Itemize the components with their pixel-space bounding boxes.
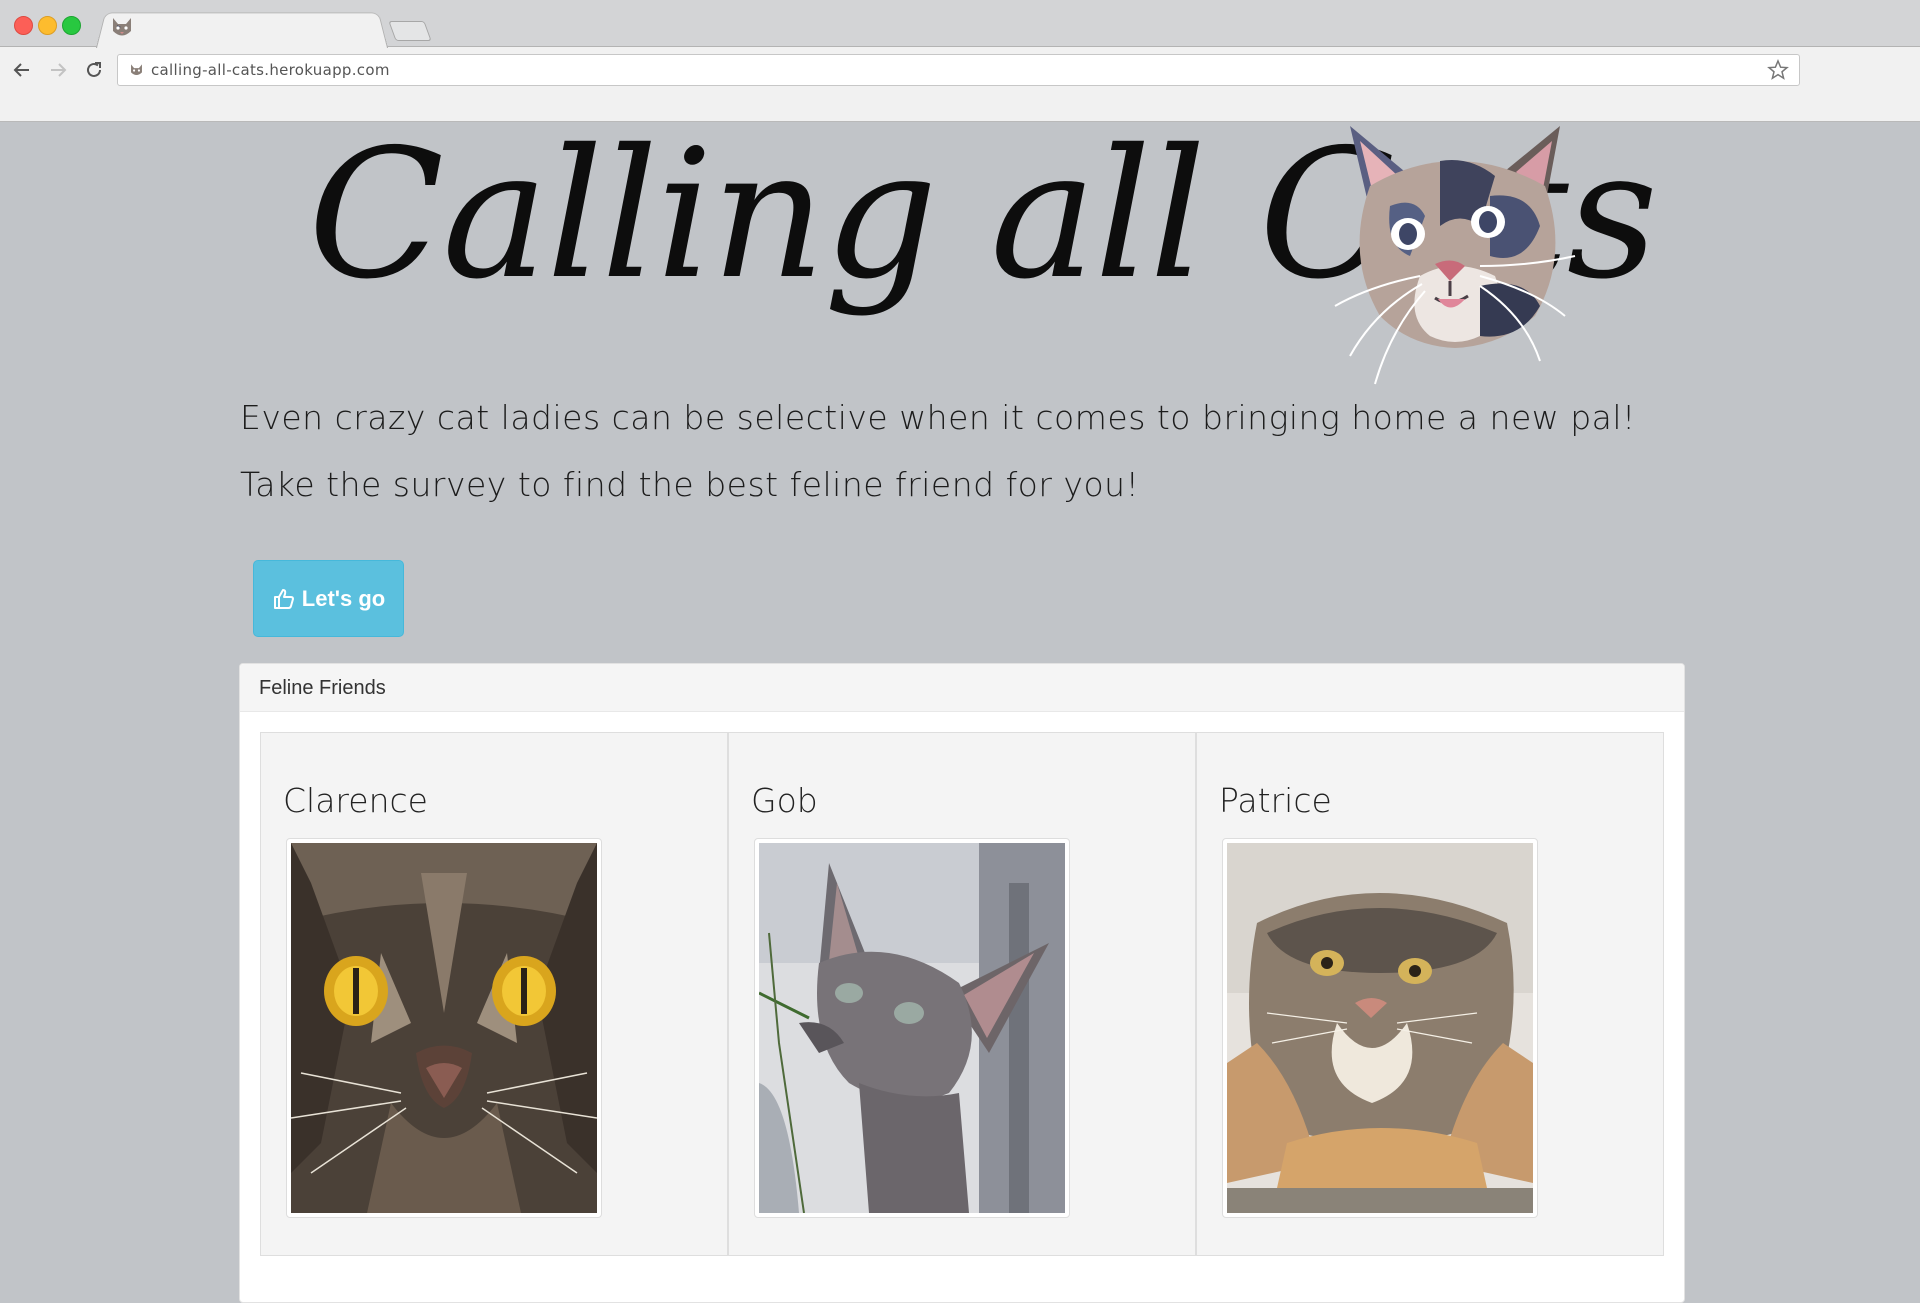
thumbs-up-icon bbox=[273, 588, 294, 609]
cat-photo-patrice bbox=[1227, 843, 1533, 1213]
cat-card-patrice: Patrice bbox=[1196, 732, 1664, 1256]
cat-name: Patrice bbox=[1219, 781, 1332, 820]
reload-icon bbox=[87, 62, 101, 77]
lets-go-button[interactable]: Let's go bbox=[253, 560, 404, 637]
cat-illustration-icon bbox=[1334, 126, 1576, 385]
url-text[interactable]: calling-all-cats.herokuapp.com bbox=[151, 61, 390, 79]
arrow-left-icon bbox=[13, 63, 29, 77]
reload-button[interactable] bbox=[80, 56, 108, 84]
lets-go-label: Let's go bbox=[301, 585, 386, 611]
forward-button[interactable] bbox=[44, 56, 72, 84]
cat-photo-clarence bbox=[291, 843, 597, 1213]
close-window-button[interactable] bbox=[14, 16, 33, 35]
minimize-window-button[interactable] bbox=[38, 16, 57, 35]
cat-card-clarence: Clarence bbox=[260, 732, 728, 1256]
cat-photo-frame[interactable] bbox=[286, 838, 602, 1218]
cat-cards: Clarence Gob Patrice bbox=[260, 732, 1664, 1256]
cat-photo-gob bbox=[759, 843, 1065, 1213]
new-tab-button[interactable] bbox=[388, 21, 432, 41]
feline-friends-panel: Feline Friends Clarence Gob Patrice bbox=[239, 663, 1685, 1303]
cat-photo-frame[interactable] bbox=[1222, 838, 1538, 1218]
cat-photo-frame[interactable] bbox=[754, 838, 1070, 1218]
cat-favicon-icon bbox=[113, 18, 131, 36]
cat-name: Clarence bbox=[283, 781, 428, 820]
cat-favicon-icon bbox=[131, 64, 142, 76]
browser-tab[interactable] bbox=[96, 12, 388, 48]
maximize-window-button[interactable] bbox=[62, 16, 81, 35]
arrow-right-icon bbox=[51, 63, 67, 77]
cat-card-gob: Gob bbox=[728, 732, 1196, 1256]
back-button[interactable] bbox=[8, 56, 36, 84]
address-bar[interactable]: calling-all-cats.herokuapp.com bbox=[117, 54, 1800, 86]
tagline-line-2: Take the survey to find the best feline … bbox=[240, 465, 1140, 504]
panel-heading: Feline Friends bbox=[240, 664, 1684, 712]
star-icon[interactable] bbox=[1767, 59, 1789, 81]
cat-name: Gob bbox=[751, 781, 818, 820]
tagline-line-1: Even crazy cat ladies can be selective w… bbox=[240, 398, 1636, 437]
